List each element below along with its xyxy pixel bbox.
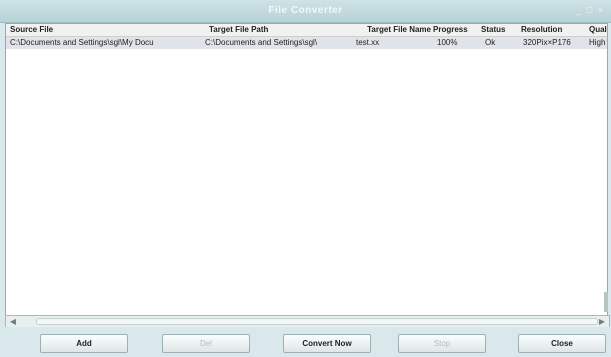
close-button[interactable]: Close (518, 334, 606, 353)
maximize-icon[interactable]: □ (585, 6, 594, 15)
scroll-right-icon[interactable]: ▶ (595, 316, 609, 327)
column-header-resolution[interactable]: Resolution (521, 25, 583, 36)
convert-now-button[interactable]: Convert Now (283, 334, 371, 353)
close-icon[interactable]: × (596, 6, 605, 15)
scroll-left-icon[interactable]: ◀ (6, 316, 20, 327)
scrollbar-thumb[interactable] (36, 318, 598, 325)
minimize-icon[interactable]: _ (574, 6, 583, 15)
file-list-panel: Source File Target File Path Target File… (5, 23, 608, 316)
cell-target-path: C:\Documents and Settings\sgl\ (205, 38, 318, 47)
vertical-scrollbar[interactable] (604, 292, 608, 312)
add-button[interactable]: Add (40, 334, 128, 353)
table-row[interactable]: C:\Documents and Settings\sgl\My Docu C:… (6, 37, 607, 49)
column-header-source-file[interactable]: Source File (10, 25, 200, 36)
column-header-progress[interactable]: Progress (433, 25, 479, 36)
cell-status: Ok (485, 38, 496, 47)
column-header-quality[interactable]: Quality (589, 25, 607, 36)
column-header-target-path[interactable]: Target File Path (209, 25, 349, 36)
cell-quality: High (589, 38, 606, 47)
column-header-target-name[interactable]: Target File Name (351, 25, 431, 36)
column-header-status[interactable]: Status (481, 25, 515, 36)
cell-resolution: 320Pix×P176 (523, 38, 571, 47)
table-header: Source File Target File Path Target File… (6, 24, 607, 37)
cell-target-name: test.xx (356, 38, 380, 47)
title-bar: File Converter _ □ × (0, 0, 611, 23)
cell-progress: 100% (437, 38, 458, 47)
del-button[interactable]: Del (162, 334, 250, 353)
button-bar: Add Del Convert Now Stop Close (0, 327, 611, 357)
cell-source-file: C:\Documents and Settings\sgl\My Docu (10, 38, 154, 47)
window-title: File Converter (268, 5, 343, 16)
stop-button[interactable]: Stop (398, 334, 486, 353)
